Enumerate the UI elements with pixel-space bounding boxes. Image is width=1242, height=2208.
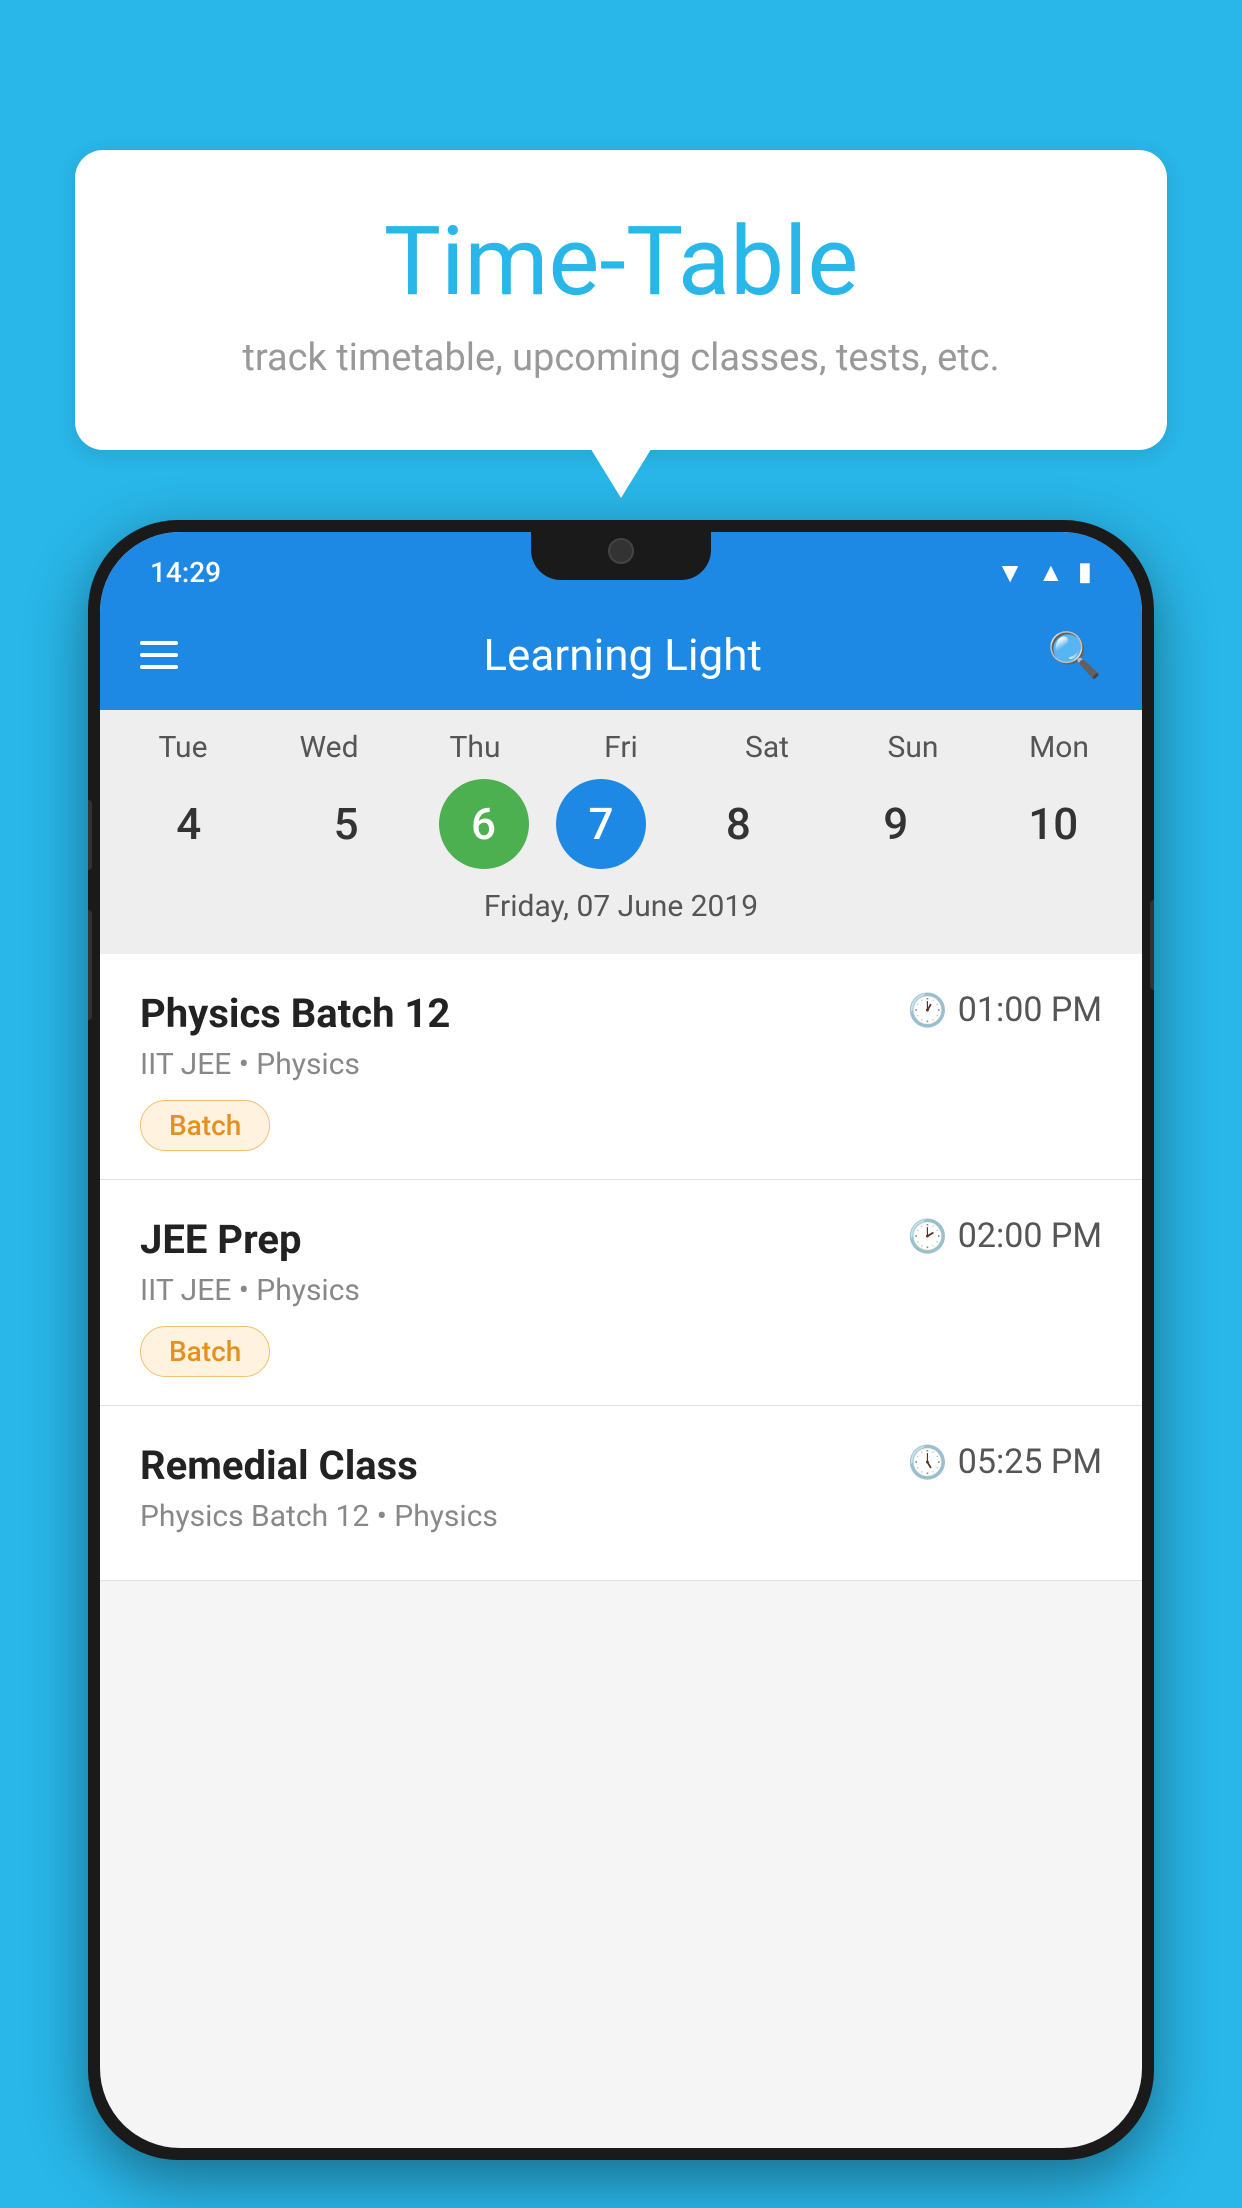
time-value-1: 01:00 PM	[958, 990, 1102, 1030]
schedule-title-1: Physics Batch 12	[140, 990, 450, 1037]
day-name-sun: Sun	[848, 730, 978, 765]
schedule-item-header-1: Physics Batch 12 🕐 01:00 PM	[140, 990, 1102, 1037]
front-camera	[608, 538, 634, 564]
day-numbers-row: 4 5 6 7 8 9 10	[100, 779, 1142, 869]
time-value-2: 02:00 PM	[958, 1216, 1102, 1256]
volume-down-button	[88, 910, 92, 1020]
phone-frame: 14:29 ▼ ▲ ▮ Learning Light 🔍	[88, 520, 1154, 2160]
wifi-icon: ▼	[996, 556, 1024, 589]
schedule-title-2: JEE Prep	[140, 1216, 301, 1263]
day-5[interactable]: 5	[281, 779, 411, 869]
signal-icon: ▲	[1038, 557, 1064, 588]
bubble-title: Time-Table	[155, 210, 1087, 316]
power-button	[1150, 900, 1154, 990]
status-icons: ▼ ▲ ▮	[996, 556, 1092, 589]
day-6-today[interactable]: 6	[439, 779, 529, 869]
schedule-item-1[interactable]: Physics Batch 12 🕐 01:00 PM IIT JEE • Ph…	[100, 954, 1142, 1180]
schedule-item-3[interactable]: Remedial Class 🕔 05:25 PM Physics Batch …	[100, 1406, 1142, 1581]
clock-icon-3: 🕔	[908, 1443, 948, 1481]
battery-icon: ▮	[1078, 557, 1092, 587]
schedule-time-1: 🕐 01:00 PM	[908, 990, 1102, 1030]
phone-notch	[531, 520, 711, 580]
day-name-tue: Tue	[118, 730, 248, 765]
phone-mockup: 14:29 ▼ ▲ ▮ Learning Light 🔍	[88, 520, 1154, 2208]
day-9[interactable]: 9	[831, 779, 961, 869]
app-bar: Learning Light 🔍	[100, 600, 1142, 710]
phone-screen: 14:29 ▼ ▲ ▮ Learning Light 🔍	[100, 532, 1142, 2148]
day-4[interactable]: 4	[124, 779, 254, 869]
schedule-item-2[interactable]: JEE Prep 🕑 02:00 PM IIT JEE • Physics Ba…	[100, 1180, 1142, 1406]
schedule-item-header-3: Remedial Class 🕔 05:25 PM	[140, 1442, 1102, 1489]
day-name-sat: Sat	[702, 730, 832, 765]
day-name-thu: Thu	[410, 730, 540, 765]
clock-icon-2: 🕑	[908, 1217, 948, 1255]
schedule-subtitle-3: Physics Batch 12 • Physics	[140, 1499, 1102, 1534]
time-value-3: 05:25 PM	[958, 1442, 1102, 1482]
schedule-list: Physics Batch 12 🕐 01:00 PM IIT JEE • Ph…	[100, 954, 1142, 1581]
status-time: 14:29	[150, 556, 221, 589]
info-bubble: Time-Table track timetable, upcoming cla…	[75, 150, 1167, 450]
day-name-mon: Mon	[994, 730, 1124, 765]
schedule-item-header-2: JEE Prep 🕑 02:00 PM	[140, 1216, 1102, 1263]
hamburger-menu-button[interactable]	[140, 641, 178, 669]
day-name-fri: Fri	[556, 730, 686, 765]
calendar-strip: Tue Wed Thu Fri Sat Sun Mon 4 5 6 7 8 9 …	[100, 710, 1142, 954]
day-7-selected[interactable]: 7	[556, 779, 646, 869]
app-title: Learning Light	[228, 629, 1017, 681]
day-name-wed: Wed	[264, 730, 394, 765]
selected-date-label: Friday, 07 June 2019	[100, 889, 1142, 938]
day-names-row: Tue Wed Thu Fri Sat Sun Mon	[100, 730, 1142, 765]
batch-tag-1: Batch	[140, 1100, 270, 1151]
volume-up-button	[88, 800, 92, 870]
schedule-time-3: 🕔 05:25 PM	[908, 1442, 1102, 1482]
schedule-time-2: 🕑 02:00 PM	[908, 1216, 1102, 1256]
bubble-subtitle: track timetable, upcoming classes, tests…	[155, 336, 1087, 380]
day-10[interactable]: 10	[988, 779, 1118, 869]
batch-tag-2: Batch	[140, 1326, 270, 1377]
search-icon[interactable]: 🔍	[1047, 629, 1102, 681]
schedule-subtitle-1: IIT JEE • Physics	[140, 1047, 1102, 1082]
clock-icon-1: 🕐	[908, 991, 948, 1029]
schedule-title-3: Remedial Class	[140, 1442, 418, 1489]
day-8[interactable]: 8	[673, 779, 803, 869]
schedule-subtitle-2: IIT JEE • Physics	[140, 1273, 1102, 1308]
